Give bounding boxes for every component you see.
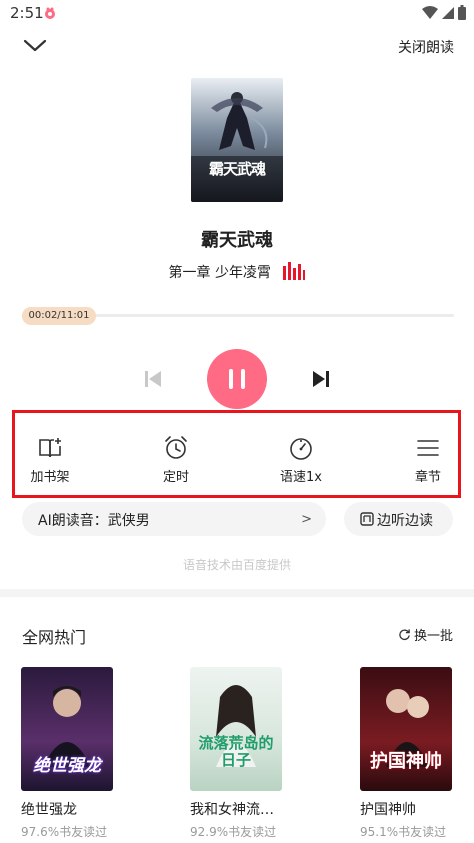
feature-toolbar: 加书架 定时 语速1x 章节 — [12, 410, 461, 498]
hot-book-card[interactable]: 流落荒岛的日子 我和女神流… 92.9%书友读过 — [190, 667, 310, 840]
speedometer-icon — [290, 438, 312, 460]
progress-time-pill[interactable]: 00:02/11:01 — [22, 307, 96, 325]
ai-voice-selector[interactable]: AI朗读音：武侠男 > — [22, 502, 326, 536]
speed-label: 语速1x — [280, 470, 322, 485]
timer-button[interactable]: 定时 — [141, 435, 211, 485]
signal-icon — [442, 6, 454, 19]
battery-icon — [458, 5, 466, 20]
book-title: 霸天武魂 — [201, 230, 273, 251]
hot-book-name: 绝世强龙 — [21, 802, 77, 818]
tts-credit: 语音技术由百度提供 — [182, 558, 291, 572]
wifi-icon — [422, 5, 438, 19]
hot-book-cover: 护国神帅 — [360, 667, 452, 791]
book-open-icon — [360, 512, 374, 526]
hot-book-name: 护国神帅 — [360, 802, 416, 818]
hot-book-cover-text: 绝世强龙 — [33, 756, 101, 776]
close-reading-button[interactable]: 关闭朗读 — [398, 37, 454, 57]
listen-and-read-button[interactable]: 边听边读 — [344, 502, 453, 536]
hot-book-cover: 绝世强龙 — [21, 667, 113, 791]
status-time: 2:51 — [10, 4, 44, 22]
status-bar: 2:51 — [0, 0, 474, 28]
status-icons — [422, 5, 466, 20]
add-bookshelf-label: 加书架 — [30, 470, 70, 485]
hot-book-stat: 92.9%书友读过 — [190, 825, 277, 839]
hot-section-title: 全网热门 — [22, 628, 87, 647]
hot-book-cover-text: 流落荒岛的日子 — [198, 734, 274, 769]
book-cover: 霸天武魂 — [191, 78, 283, 202]
speed-button[interactable]: 语速1x — [266, 435, 336, 485]
timer-label: 定时 — [162, 470, 189, 485]
chapters-button[interactable]: 章节 — [393, 435, 463, 485]
hot-book-name: 我和女神流… — [190, 802, 274, 818]
pause-button[interactable] — [207, 349, 267, 409]
alarm-clock-icon — [165, 436, 187, 459]
app-notification-icon — [45, 7, 55, 19]
audio-wave-icon — [283, 262, 306, 280]
menu-lines-icon — [417, 440, 439, 456]
chapter-title: 第一章 少年凌霄 — [168, 265, 271, 281]
pause-icon — [229, 369, 245, 389]
hot-book-stat: 97.6%书友读过 — [21, 825, 108, 839]
next-chapter-icon[interactable] — [310, 368, 332, 390]
hot-book-card[interactable]: 绝世强龙 绝世强龙 97.6%书友读过 — [21, 667, 141, 840]
hot-book-cover: 流落荒岛的日子 — [190, 667, 282, 791]
hot-book-stat: 95.1%书友读过 — [360, 825, 447, 839]
ai-voice-label: AI朗读音：武侠男 — [38, 513, 150, 529]
chapters-label: 章节 — [414, 470, 441, 485]
previous-chapter-icon[interactable] — [142, 368, 164, 390]
refresh-button[interactable]: 换一批 — [398, 625, 453, 644]
chevron-right-icon: > — [301, 512, 312, 527]
refresh-icon — [399, 629, 410, 641]
add-bookshelf-button[interactable]: 加书架 — [15, 435, 85, 485]
listen-and-read-label: 边听边读 — [377, 513, 433, 529]
hot-book-cover-text: 护国神帅 — [370, 751, 442, 772]
section-divider — [0, 589, 474, 597]
refresh-label: 换一批 — [413, 629, 453, 644]
cover-title-text: 霸天武魂 — [208, 160, 266, 178]
chapter-row: 第一章 少年凌霄 — [0, 262, 474, 282]
add-bookshelf-icon — [39, 438, 61, 458]
hot-book-card[interactable]: 护国神帅 护国神帅 95.1%书友读过 — [360, 667, 474, 840]
collapse-chevron-icon[interactable] — [22, 34, 48, 58]
